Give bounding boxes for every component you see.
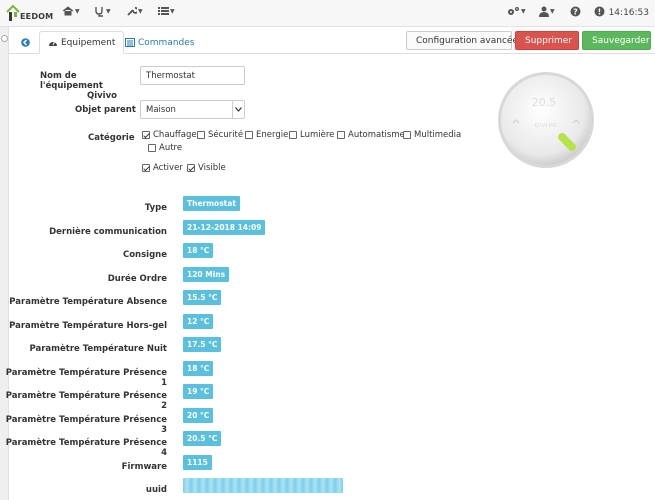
- analysis-menu[interactable]: ▼: [94, 6, 111, 17]
- tachometer-icon: [49, 40, 57, 46]
- svg-text:!: !: [598, 7, 602, 16]
- gears-icon: [508, 7, 519, 15]
- category-chauffage-checkbox[interactable]: Chauffage: [142, 130, 197, 140]
- info-label: Paramètre Température Présence 3: [5, 414, 167, 435]
- question-circle-icon: ?: [570, 6, 581, 17]
- info-value-badge: 20.5 °C: [183, 431, 222, 446]
- user-menu[interactable]: ▼: [539, 6, 555, 17]
- advanced-config-button[interactable]: Configuration avancée: [406, 31, 518, 50]
- tab-commands-label: Commandes: [138, 37, 195, 48]
- category-autre-checkbox[interactable]: Autre: [148, 143, 182, 153]
- info-label: Paramètre Température Nuit: [29, 344, 167, 354]
- category-multimedia-checkbox[interactable]: Multimedia: [403, 130, 461, 140]
- back-button[interactable]: [13, 31, 41, 54]
- list-icon: [158, 7, 169, 15]
- info-value-badge: 12 °C: [183, 313, 214, 329]
- tab-equipment[interactable]: Equipement: [39, 31, 125, 54]
- category-automatisme-checkbox[interactable]: Automatisme: [337, 130, 405, 140]
- parent-object-label: Objet parent: [75, 105, 136, 115]
- info-label: Durée Ordre: [107, 273, 167, 284]
- plugins-menu[interactable]: ▼: [158, 6, 175, 16]
- svg-text:?: ?: [573, 7, 578, 16]
- delete-button[interactable]: Supprimer: [515, 31, 579, 50]
- jeedom-logo[interactable]: EEDOM: [6, 3, 53, 25]
- equipment-name-input[interactable]: Thermostat: [140, 66, 245, 85]
- thermostat-brand: QIVIVO: [535, 123, 557, 129]
- parent-object-select[interactable]: Maison: [140, 100, 245, 119]
- info-label: uuid: [145, 485, 167, 495]
- info-label: Paramètre Température Présence 1: [5, 367, 167, 388]
- tab-commands[interactable]: Commandes: [117, 31, 202, 54]
- arrow-circle-left-icon: [21, 38, 30, 47]
- info-value-badge: [183, 478, 343, 493]
- chevron-down-icon: ▼: [75, 7, 80, 15]
- house-logo-icon: [6, 4, 20, 21]
- settings-menu[interactable]: ▼: [507, 6, 526, 17]
- chevron-down-icon: ▼: [138, 8, 143, 15]
- info-button[interactable]: !: [594, 6, 605, 17]
- activate-checkbox[interactable]: Activer: [142, 163, 183, 173]
- clock: 14:16:53: [608, 8, 649, 18]
- wrench-icon: [127, 7, 137, 16]
- info-label: Paramètre Température Hors-gel: [9, 320, 167, 331]
- info-value-badge: 17.5 °C: [183, 337, 222, 352]
- info-value-badge: 15.5 °C: [183, 290, 222, 305]
- info-label: Dernière communication: [49, 226, 167, 237]
- tools-menu[interactable]: ▼: [126, 6, 143, 17]
- brand-text: EEDOM: [20, 12, 54, 21]
- info-label: Paramètre Température Présence 4: [5, 438, 167, 458]
- info-value-badge: 1115: [183, 454, 212, 470]
- user-icon: [539, 6, 549, 17]
- stethoscope-icon: [95, 7, 103, 17]
- info-circle-icon: !: [594, 6, 605, 17]
- home-icon: [62, 6, 74, 16]
- thermostat-image: 20.5 QIVIVO: [498, 72, 594, 168]
- chevron-down-icon: ▼: [521, 8, 526, 15]
- category-label: Catégorie: [88, 133, 135, 143]
- category-energie-checkbox[interactable]: Energie: [245, 130, 288, 140]
- info-value-badge: 18 °C: [183, 360, 214, 376]
- list-alt-icon: [125, 38, 135, 47]
- save-button[interactable]: Sauvegarder: [582, 31, 651, 50]
- info-label: Consigne: [122, 250, 167, 260]
- info-value-badge: 18 °C: [183, 243, 214, 258]
- top-navbar: EEDOM ▼ ▼ ▼ ▼ ▼ ▼ ? ! 14:16:53: [0, 0, 655, 27]
- info-value-badge: 20 °C: [183, 407, 214, 423]
- info-value-badge: Thermostat: [183, 196, 240, 211]
- tab-equipment-label: Equipement: [61, 37, 116, 48]
- info-label: Paramètre Température Présence 2: [5, 391, 167, 411]
- chevron-down-icon: [232, 101, 244, 118]
- thermostat-display: 20.5: [532, 96, 557, 109]
- info-value-badge: 120 Mins: [183, 266, 230, 282]
- chevron-down-icon: ▼: [106, 8, 111, 15]
- info-label: Paramètre Température Absence: [9, 297, 167, 307]
- chevron-down-icon: ▼: [550, 8, 555, 15]
- delete-label: Supprimer: [525, 35, 573, 46]
- advanced-config-label: Configuration avancée: [416, 35, 518, 46]
- category-securite-checkbox[interactable]: Sécurité: [197, 130, 243, 140]
- info-value-badge: 21-12-2018 14:09: [183, 219, 266, 235]
- category-lumiere-checkbox[interactable]: Lumière: [289, 130, 334, 140]
- parent-object-value: Maison: [146, 105, 176, 115]
- home-menu[interactable]: ▼: [62, 6, 80, 16]
- visible-checkbox[interactable]: Visible: [187, 163, 226, 173]
- save-label: Sauvegarder: [592, 35, 650, 46]
- info-label: Firmware: [121, 461, 167, 472]
- circle-icon: [1, 35, 8, 42]
- info-value-badge: 19 °C: [183, 384, 214, 399]
- info-label: Type: [144, 203, 167, 213]
- equipment-name-label: Nom de l'équipement Qivivo: [40, 71, 117, 101]
- chevron-down-icon: ▼: [170, 7, 175, 15]
- help-button[interactable]: ?: [570, 6, 581, 17]
